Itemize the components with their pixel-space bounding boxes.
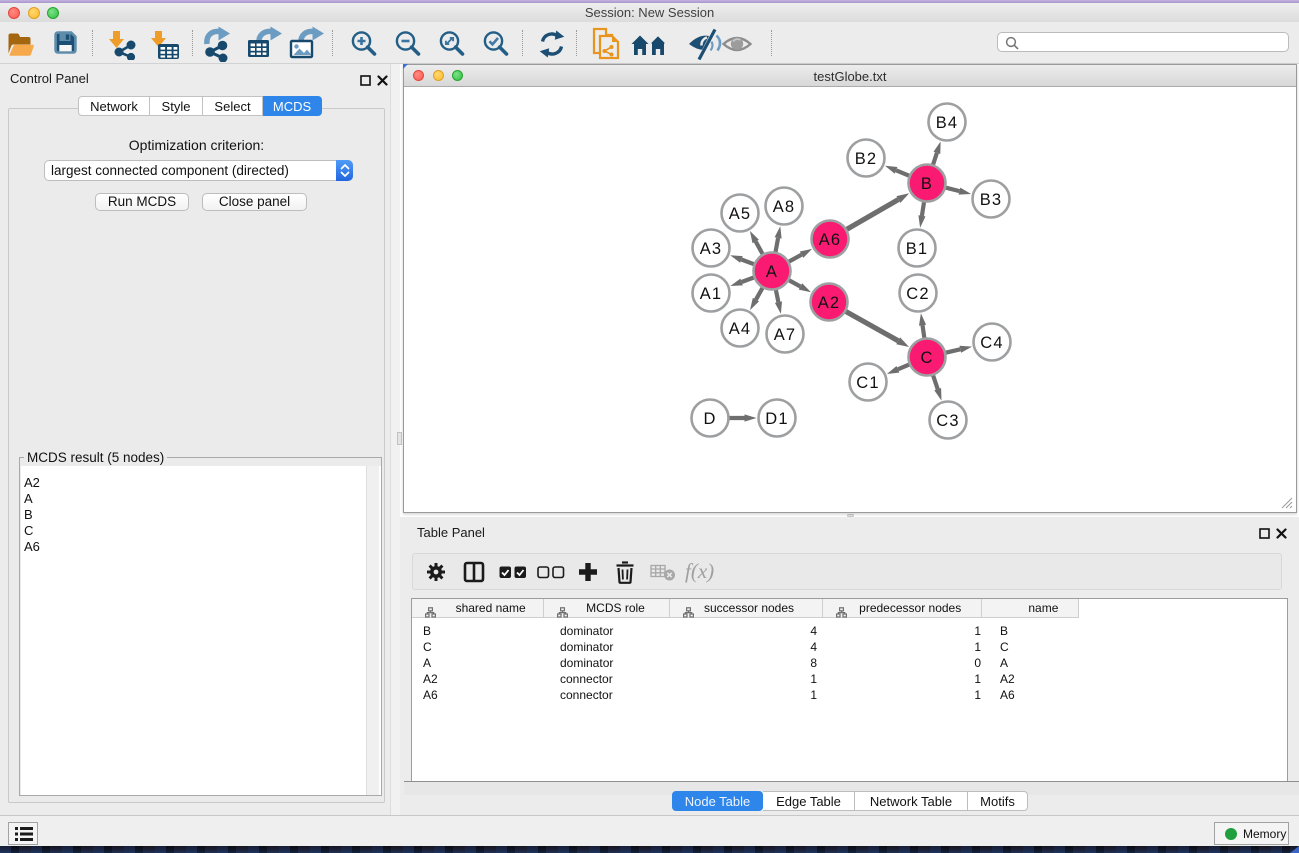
svg-text:A1: A1	[700, 285, 723, 303]
svg-text:A8: A8	[773, 198, 796, 216]
svg-text:B3: B3	[980, 191, 1003, 209]
svg-text:D: D	[703, 410, 716, 428]
svg-text:A7: A7	[774, 326, 797, 344]
svg-text:C4: C4	[980, 334, 1004, 352]
svg-text:B: B	[921, 175, 933, 193]
svg-text:A: A	[766, 263, 778, 281]
svg-text:C3: C3	[936, 412, 960, 430]
svg-text:C1: C1	[856, 374, 880, 392]
svg-text:C: C	[920, 349, 933, 367]
svg-text:A6: A6	[819, 231, 842, 249]
svg-text:B4: B4	[936, 114, 959, 132]
svg-text:A2: A2	[818, 294, 841, 312]
svg-text:B1: B1	[906, 240, 929, 258]
svg-text:B2: B2	[855, 150, 878, 168]
svg-text:D1: D1	[765, 410, 789, 428]
svg-text:A3: A3	[700, 240, 723, 258]
svg-text:A5: A5	[729, 205, 752, 223]
svg-text:C2: C2	[906, 285, 930, 303]
svg-text:A4: A4	[729, 320, 752, 338]
